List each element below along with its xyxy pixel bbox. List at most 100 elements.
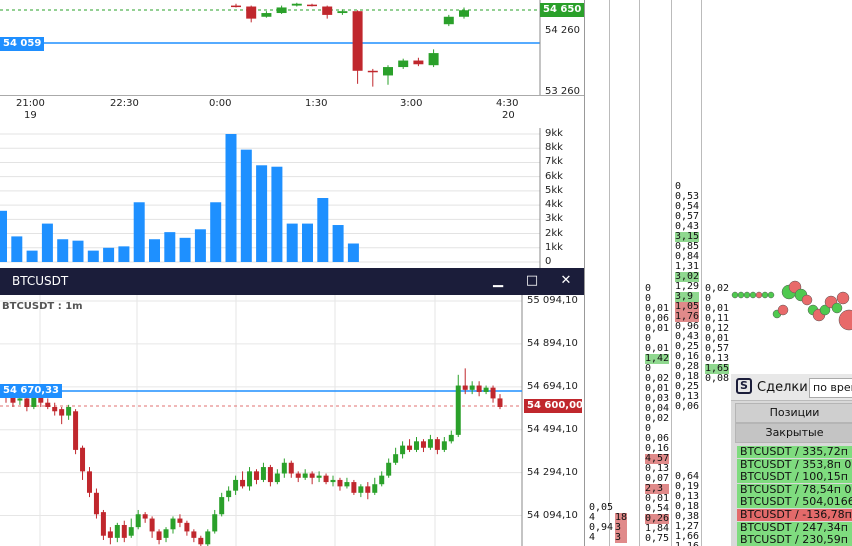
volume-bar <box>87 250 99 262</box>
date-tick: 20 <box>502 110 515 121</box>
main-price-tick: 54 494,10 <box>527 423 578 435</box>
candle-body <box>163 529 169 538</box>
volume-bar <box>347 243 359 262</box>
chart-symbol-label: BTCUSDT : 1m <box>2 301 83 312</box>
deal-row[interactable]: BTCUSDT / 504,0166 <box>737 496 852 509</box>
cluster-cell <box>675 442 699 452</box>
candle-body <box>261 13 272 17</box>
volume-bar <box>271 166 283 262</box>
cluster-column-e: 18 3 3 <box>615 503 628 543</box>
cluster-column-c: 0,02 0 0,01 0,11 0,12 0,01 0,57 0,13 1,65 0,08 <box>705 284 730 384</box>
maximize-button[interactable]: □ <box>522 271 542 291</box>
tab-positions[interactable]: Позиции <box>735 403 852 423</box>
main-price-chart[interactable]: BTCUSDT : 1m 55 094,10 54 894,10 54 694,10… <box>0 295 584 546</box>
main-price-tick: 54 894,10 <box>527 337 578 349</box>
candle-body <box>322 6 333 15</box>
volume-chart-svg <box>0 128 541 268</box>
candle-body <box>274 473 280 483</box>
volume-bar <box>286 223 298 262</box>
candle-body <box>114 524 120 538</box>
candle-body <box>414 441 420 450</box>
deal-row[interactable]: BTCUSDT / 78,54п 0 <box>737 483 852 496</box>
candle-body <box>420 441 426 448</box>
candle-body <box>219 497 225 515</box>
candle-body <box>247 471 253 487</box>
cluster-panel[interactable]: 0 0 0,01 0,06 0,01 0 0,01 1,42 0 0,02 0,01 0,03 0,04… <box>584 0 732 546</box>
deals-panel[interactable]: S Сделки по врем Позиции Закрытые BTCUSD… <box>731 374 852 546</box>
candle-body <box>337 11 348 14</box>
candle-body <box>398 60 409 68</box>
candle-body <box>142 514 148 519</box>
cluster-cell: 3 <box>615 533 628 543</box>
trade-bubble <box>836 291 850 305</box>
chart-window-titlebar[interactable]: BTCUSDT ▁ □ ✕ <box>0 268 584 295</box>
deal-row[interactable]: BTCUSDT / 353,8п 0 <box>737 458 852 471</box>
candle-body <box>59 409 65 416</box>
trade-bubble <box>755 291 763 299</box>
deal-row[interactable]: BTCUSDT / 230,59п <box>737 534 852 546</box>
volume-tick: 9kk <box>545 128 563 139</box>
volume-tick: 6kk <box>545 170 563 182</box>
cluster-column-a: 0 0 0,01 0,06 0,01 0 0,01 1,42 0 0,02 0,01 0,03 0,04… <box>645 284 670 544</box>
trade-bubble <box>831 302 843 314</box>
candle-body <box>434 439 440 450</box>
deals-sort-select[interactable]: по врем <box>809 378 852 398</box>
volume-bar <box>225 134 237 262</box>
trade-bubble <box>777 304 789 316</box>
candle-body <box>483 387 489 392</box>
trade-bubble <box>737 291 745 299</box>
top-price-tick: 54 260 <box>545 25 580 36</box>
candle-body <box>459 10 469 17</box>
cluster-divider <box>639 0 640 546</box>
volume-bar <box>164 232 176 262</box>
trade-bubble <box>731 291 739 299</box>
main-price-tick: 54 294,10 <box>527 466 578 478</box>
candle-body <box>352 11 363 71</box>
cluster-cell <box>675 422 699 432</box>
cluster-cell <box>675 432 699 442</box>
main-price-tick: 54 094,10 <box>527 509 578 521</box>
candle-body <box>344 482 350 487</box>
trade-bubble <box>801 294 813 306</box>
main-price-tag: 54 600,00 <box>524 399 583 413</box>
candle-body <box>170 518 176 530</box>
trade-bubble <box>761 291 769 299</box>
candle-body <box>107 531 113 538</box>
bubble-chart[interactable] <box>731 270 852 374</box>
candle-body <box>291 3 302 6</box>
candle-body <box>428 53 439 66</box>
deal-row[interactable]: BTCUSDT / -136,78п <box>737 509 852 521</box>
cluster-cell: 0,75 <box>645 533 670 544</box>
deal-row[interactable]: BTCUSDT / 100,15п <box>737 471 852 484</box>
top-price-chart[interactable]: 54 650 54 059 54 260 53 260 <box>0 0 584 95</box>
candle-body <box>383 67 393 76</box>
main-price-tick: 54 694,10 <box>527 380 578 392</box>
deal-row[interactable]: BTCUSDT / 335,72п <box>737 446 852 458</box>
candle-body <box>231 5 241 8</box>
candle-body <box>490 387 496 399</box>
volume-tick: 4kk <box>545 199 563 211</box>
volume-bar <box>118 246 130 262</box>
cluster-divider <box>701 0 702 546</box>
volume-chart[interactable]: 9kk 8kk 7kk 6kk 5kk 4kk 3kk 2kk 1kk 0 <box>0 128 584 268</box>
cluster-cell: 1,16 <box>675 542 699 546</box>
candle-body <box>455 385 461 435</box>
tab-closed[interactable]: Закрытые <box>735 423 852 443</box>
minimize-button[interactable]: ▁ <box>488 271 508 291</box>
volume-bar <box>26 250 38 262</box>
candle-body <box>448 434 454 442</box>
volume-bar <box>57 239 69 262</box>
close-button[interactable]: ✕ <box>556 271 576 291</box>
cluster-column-b: 0 0,53 0,54 0,57 0,43 3,15 0,85 0,84 1,31 3,02 1,2… <box>675 182 700 546</box>
candle-body <box>184 522 190 532</box>
candle-body <box>393 454 399 463</box>
time-tick: 21:00 <box>16 98 45 109</box>
volume-bar <box>210 202 222 262</box>
volume-tick: 7kk <box>545 156 563 168</box>
deal-row[interactable]: BTCUSDT / 247,34п <box>737 521 852 534</box>
cluster-cell <box>675 412 699 422</box>
cluster-cell: 0,08 <box>705 373 730 384</box>
volume-bar <box>72 240 84 262</box>
candle-body <box>246 6 257 19</box>
candle-body <box>462 385 468 390</box>
